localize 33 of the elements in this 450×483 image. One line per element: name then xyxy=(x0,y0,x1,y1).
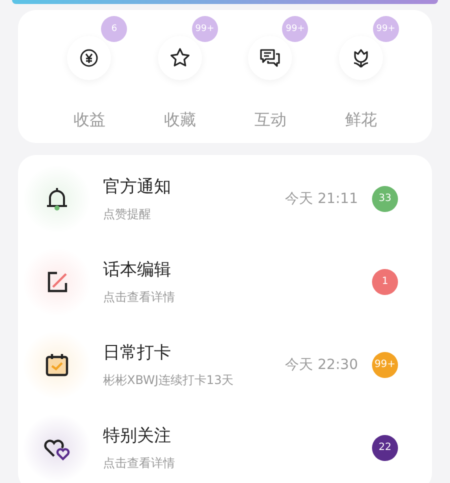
stat-label: 互动 xyxy=(254,110,286,131)
stat-label: 鲜花 xyxy=(344,110,377,131)
message-item[interactable]: 特别关注 点击查看详情 22 xyxy=(18,406,432,483)
message-title: 日常打卡 xyxy=(103,342,172,364)
count-badge: 99+ xyxy=(192,16,218,42)
message-item[interactable]: 话本编辑 点击查看详情 1 xyxy=(18,240,432,323)
unread-badge: 99+ xyxy=(372,352,398,378)
message-item[interactable]: 日常打卡 彬彬XBWJ连续打卡13天 今天 22:30 99+ xyxy=(18,323,432,406)
chat-icon xyxy=(259,47,282,69)
unread-badge: 22 xyxy=(372,434,398,460)
stat-button[interactable] xyxy=(67,36,112,80)
count-badge: 99+ xyxy=(372,16,399,42)
stat-button[interactable] xyxy=(248,36,292,80)
message-item[interactable]: 官方通知 点赞提醒 今天 21:11 33 xyxy=(18,157,432,240)
message-subtitle: 点赞提醒 xyxy=(103,206,152,222)
calendar-icon xyxy=(44,352,70,378)
message-title: 官方通知 xyxy=(103,176,172,198)
message-title: 话本编辑 xyxy=(103,258,172,280)
unread-badge: 33 xyxy=(372,186,398,212)
star-icon xyxy=(168,47,191,69)
count-badge: 99+ xyxy=(282,16,308,42)
yen-icon xyxy=(79,48,100,68)
unread-badge: 1 xyxy=(372,268,398,294)
stat-label: 收藏 xyxy=(164,110,196,131)
message-subtitle: 彬彬XBWJ连续打卡13天 xyxy=(103,372,235,388)
message-time: 今天 21:11 xyxy=(285,190,358,208)
message-time: 今天 22:30 xyxy=(285,356,358,374)
message-title: 特别关注 xyxy=(103,424,172,446)
stat-label: 收益 xyxy=(73,110,106,131)
message-subtitle: 点击查看详情 xyxy=(103,454,176,472)
message-subtitle: 点击查看详情 xyxy=(103,288,176,306)
bell-icon xyxy=(44,186,70,212)
count-badge: 6 xyxy=(101,16,128,42)
